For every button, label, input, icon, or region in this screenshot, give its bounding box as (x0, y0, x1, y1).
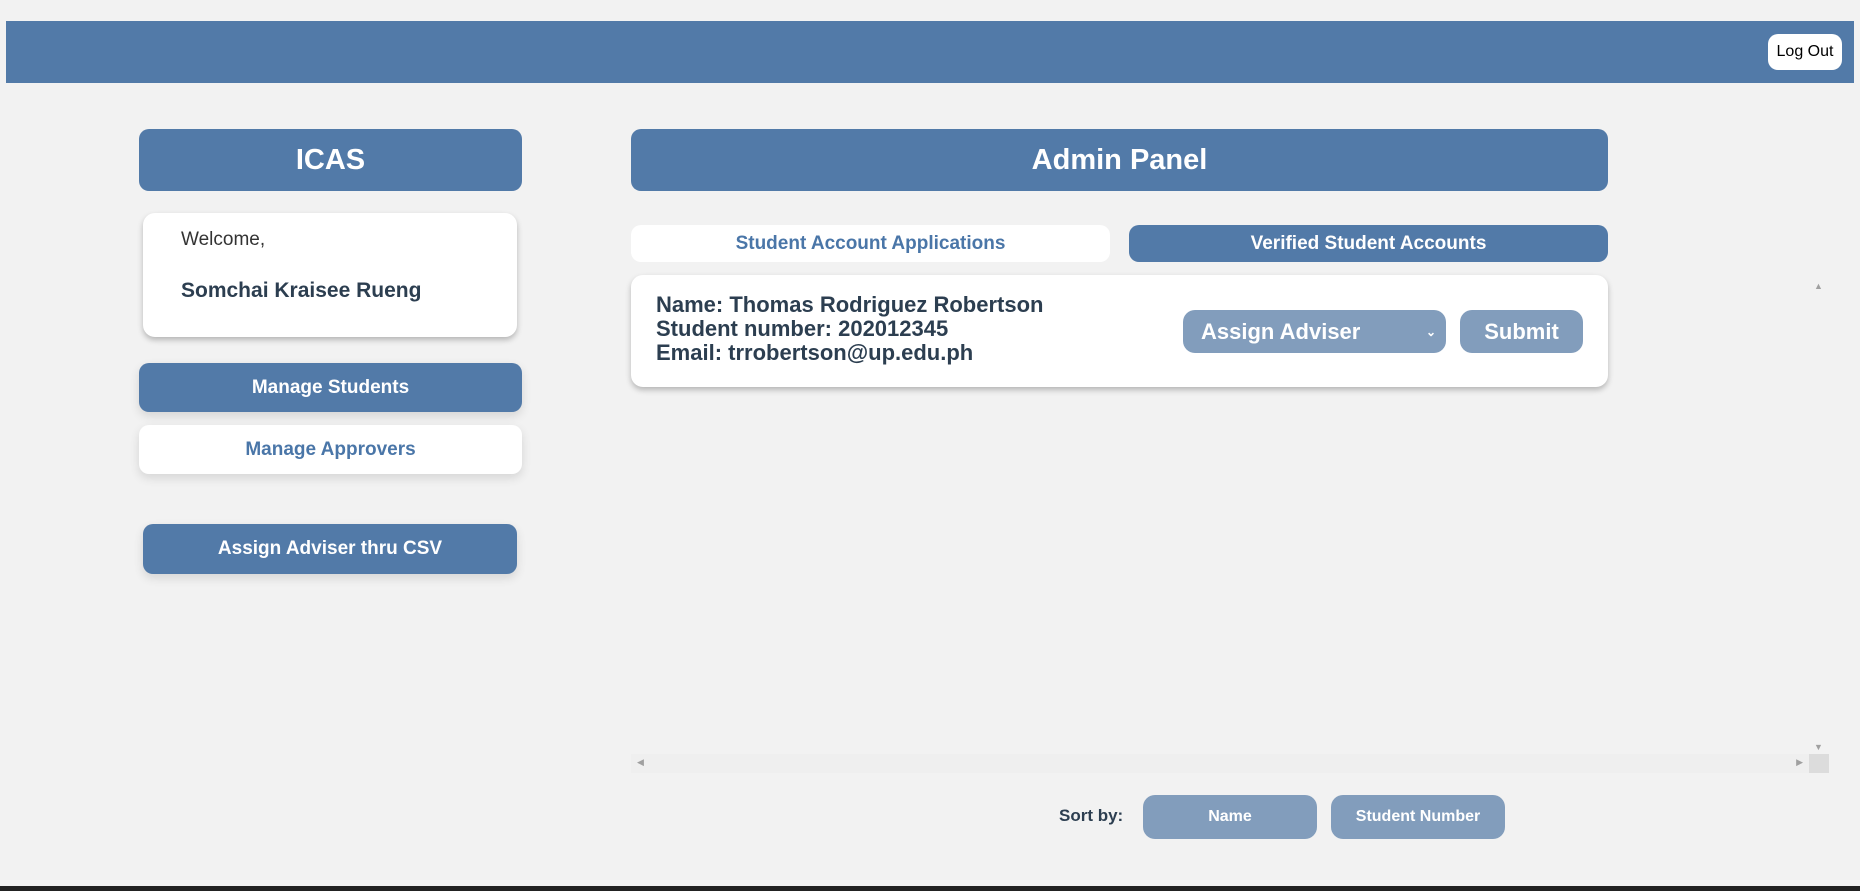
horizontal-scrollbar[interactable]: ◀ ▶ (631, 754, 1809, 773)
sort-label: Sort by: (1059, 806, 1124, 825)
top-bar (6, 21, 1854, 83)
tab-verified-student-accounts[interactable]: Verified Student Accounts (1129, 225, 1608, 262)
scroll-right-icon[interactable]: ▶ (1796, 757, 1803, 768)
welcome-label: Welcome, (181, 229, 266, 250)
user-name: Somchai Kraisee Rueng (181, 279, 422, 302)
student-card: Name: Thomas Rodriguez Robertson Student… (631, 275, 1608, 387)
scroll-down-icon[interactable]: ▼ (1814, 742, 1823, 752)
submit-button[interactable]: Submit (1460, 310, 1583, 353)
sidebar-item-manage-students[interactable]: Manage Students (139, 363, 522, 412)
assign-adviser-csv-button[interactable]: Assign Adviser thru CSV (143, 524, 517, 574)
vertical-scrollbar[interactable]: ▲ ▼ (1809, 275, 1829, 754)
bottom-edge (0, 886, 1860, 891)
assign-adviser-select[interactable]: Assign Adviser ⌄ (1183, 310, 1446, 353)
logout-button[interactable]: Log Out (1768, 34, 1842, 70)
welcome-card: Welcome, Somchai Kraisee Rueng (143, 213, 517, 337)
sort-by-student-number-button[interactable]: Student Number (1331, 795, 1505, 839)
sidebar-item-manage-approvers[interactable]: Manage Approvers (139, 425, 522, 474)
scroll-up-icon[interactable]: ▲ (1814, 281, 1823, 291)
app-title: ICAS (139, 129, 522, 191)
scroll-left-icon[interactable]: ◀ (637, 757, 644, 768)
page-title: Admin Panel (631, 129, 1608, 191)
student-name: Name: Thomas Rodriguez Robertson (656, 292, 1044, 317)
student-number: Student number: 202012345 (656, 316, 949, 341)
student-list: Name: Thomas Rodriguez Robertson Student… (631, 275, 1829, 773)
sort-by-name-button[interactable]: Name (1143, 795, 1317, 839)
chevron-down-icon: ⌄ (1425, 324, 1436, 339)
scroll-corner (1809, 754, 1829, 773)
select-value: Assign Adviser (1201, 318, 1361, 344)
student-email: Email: trrobertson@up.edu.ph (656, 340, 974, 365)
tab-student-account-applications[interactable]: Student Account Applications (631, 225, 1110, 262)
